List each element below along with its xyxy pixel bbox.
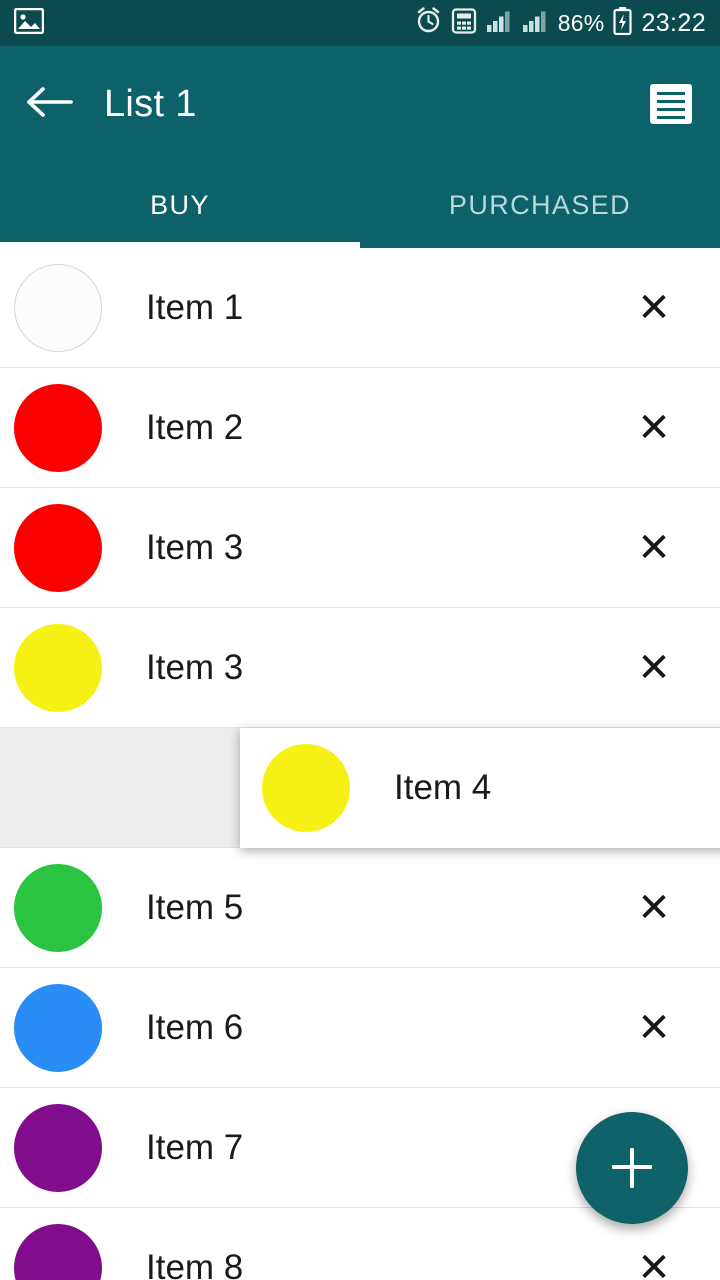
color-dot[interactable] — [14, 983, 102, 1072]
tab-bar: BUY PURCHASED — [0, 162, 720, 248]
list-item-label: Item 3 — [146, 647, 244, 687]
list-item[interactable]: Item 6 ✕ — [0, 968, 720, 1088]
close-icon[interactable]: ✕ — [630, 1244, 678, 1280]
status-bar-right-icons: 86% 23:22 — [415, 6, 706, 40]
tab-buy-label: BUY — [150, 189, 210, 220]
back-arrow-icon — [26, 85, 74, 124]
status-bar: 86% 23:22 — [0, 0, 720, 46]
list-item-label: Item 8 — [146, 1247, 244, 1280]
list-item-label: Item 7 — [146, 1127, 244, 1167]
color-dot[interactable] — [14, 623, 102, 712]
battery-percentage-label: 86% — [557, 9, 605, 36]
color-dot[interactable] — [14, 1103, 102, 1192]
app-bar: List 1 — [0, 46, 720, 162]
color-dot[interactable] — [262, 744, 350, 832]
photo-icon — [13, 7, 45, 39]
list-item-label: Item 5 — [146, 887, 244, 927]
back-button[interactable] — [22, 76, 78, 132]
alarm-icon — [415, 7, 442, 39]
plus-icon — [612, 1148, 652, 1188]
close-icon[interactable]: ✕ — [630, 524, 678, 572]
color-dot[interactable] — [14, 263, 102, 352]
list-item[interactable]: Item 1 ✕ — [0, 248, 720, 368]
signal-sim1-icon — [486, 9, 513, 38]
close-icon[interactable]: ✕ — [630, 1004, 678, 1052]
color-dot[interactable] — [14, 503, 102, 592]
dragged-list-item[interactable]: Item 4 — [240, 728, 720, 848]
list-item[interactable]: Item 5 ✕ — [0, 848, 720, 968]
drag-placeholder: Item 4 — [0, 728, 720, 848]
list-item[interactable]: Item 2 ✕ — [0, 368, 720, 488]
color-dot[interactable] — [14, 863, 102, 952]
status-clock: 23:22 — [641, 8, 706, 37]
tab-purchased[interactable]: PURCHASED — [360, 162, 720, 248]
calculator-icon — [451, 7, 477, 39]
close-icon[interactable]: ✕ — [630, 284, 678, 332]
list-item[interactable]: Item 3 ✕ — [0, 608, 720, 728]
list-item-label: Item 6 — [146, 1007, 244, 1047]
battery-charging-icon — [613, 6, 633, 40]
list-menu-button[interactable] — [644, 77, 698, 131]
signal-sim2-icon — [522, 9, 549, 38]
add-item-button[interactable] — [576, 1112, 688, 1224]
tab-buy[interactable]: BUY — [0, 162, 360, 248]
tab-purchased-label: PURCHASED — [448, 189, 632, 220]
close-icon[interactable]: ✕ — [630, 884, 678, 932]
list-container: Item 1 ✕ Item 2 ✕ Item 3 ✕ Item 3 ✕ Item… — [0, 248, 720, 1280]
list-item-label: Item 3 — [146, 527, 244, 567]
page-title: List 1 — [104, 82, 197, 125]
list-item-label: Item 1 — [146, 287, 244, 327]
dragged-list-item-label: Item 4 — [394, 768, 492, 807]
close-icon[interactable]: ✕ — [630, 644, 678, 692]
color-dot[interactable] — [14, 1223, 102, 1280]
color-dot[interactable] — [14, 383, 102, 472]
list-item-label: Item 2 — [146, 407, 244, 447]
close-icon[interactable]: ✕ — [630, 404, 678, 452]
list-menu-icon — [650, 84, 692, 124]
status-bar-left-icons — [13, 7, 45, 39]
list-item[interactable]: Item 3 ✕ — [0, 488, 720, 608]
